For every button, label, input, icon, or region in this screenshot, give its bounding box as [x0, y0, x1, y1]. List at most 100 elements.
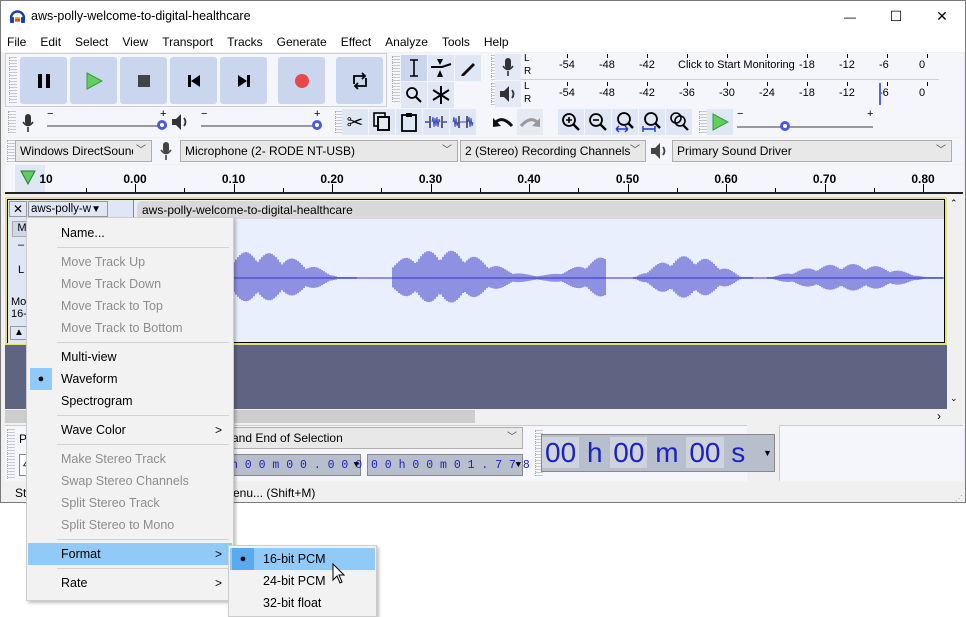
menu-item-wave-color[interactable]: Wave Color > — [28, 419, 232, 441]
triangle-up-icon: ▲ — [14, 327, 24, 338]
zoom-tool-button[interactable] — [401, 82, 427, 108]
hours-value: 00 — [542, 437, 580, 468]
format-submenu: 16-bit PCM ● 24-bit PCM 32-bit float — [228, 545, 377, 617]
menu-select[interactable]: Select — [68, 32, 115, 52]
playback-device-select[interactable]: Primary Sound Driver ﹀ — [672, 140, 952, 162]
format-option-32-bit-float[interactable]: 32-bit float — [230, 592, 375, 614]
track-menu-button[interactable]: aws-polly-w▼ — [28, 201, 108, 217]
selection-mode-select[interactable]: and End of Selection ﹀ — [227, 427, 523, 449]
multi-tool-button[interactable] — [428, 82, 454, 108]
play-head-icon[interactable] — [20, 169, 36, 185]
selection-grip[interactable] — [7, 429, 15, 479]
recording-device-select[interactable]: Microphone (2- RODE NT-USB) ﹀ — [180, 140, 458, 162]
menu-item-waveform[interactable]: Waveform ● — [28, 368, 232, 390]
audio-host-select[interactable]: Windows DirectSound ﹀ — [15, 140, 152, 162]
microphone-icon — [22, 114, 34, 132]
fit-project-button[interactable] — [639, 109, 665, 135]
scroll-up-icon[interactable]: ⌃ — [950, 198, 958, 209]
dropdown-arrow-icon[interactable]: ▼ — [516, 455, 521, 475]
record-volume-thumb[interactable] — [157, 120, 167, 130]
menu-item-label: Move Track Down — [61, 277, 162, 291]
record-volume-max-label: + — [160, 108, 167, 120]
pause-button[interactable] — [20, 57, 67, 104]
waveform[interactable] — [136, 220, 944, 341]
menu-tools[interactable]: Tools — [435, 32, 477, 52]
menu-generate[interactable]: Generate — [270, 32, 334, 52]
play-at-speed-grip[interactable] — [699, 111, 707, 133]
undo-button[interactable] — [490, 109, 516, 135]
timeline-ruler[interactable]: 10 0.00 0.10 0.20 0.30 0.40 0.50 0.60 0.70 0.80 — [5, 165, 963, 194]
trim-audio-button[interactable] — [423, 109, 449, 135]
menu-item-rate[interactable]: Rate > — [28, 572, 232, 594]
menu-edit[interactable]: Edit — [33, 32, 68, 52]
menu-item-format[interactable]: Format > — [28, 543, 232, 565]
vertical-scrollbar[interactable]: ⌃ ⌄ — [947, 197, 963, 409]
play-speed-slider[interactable] — [737, 126, 873, 128]
mixer-grip[interactable] — [8, 111, 16, 133]
record-button[interactable] — [278, 57, 325, 104]
menu-transport[interactable]: Transport — [155, 32, 220, 52]
recording-channels-select[interactable]: 2 (Stereo) Recording Channels ﹀ — [460, 140, 646, 162]
draw-tool-button[interactable] — [455, 55, 481, 81]
menu-item-spectrogram[interactable]: Spectrogram — [28, 390, 232, 412]
silence-audio-button[interactable] — [450, 109, 476, 135]
tools-grip[interactable] — [392, 56, 400, 102]
transport-grip[interactable] — [9, 57, 17, 103]
record-meter-button[interactable] — [495, 54, 521, 80]
menu-tracks[interactable]: Tracks — [220, 32, 270, 52]
meter-tick — [887, 54, 888, 58]
stop-button[interactable] — [120, 57, 167, 104]
start-monitoring-prompt[interactable]: Click to Start Monitoring — [674, 59, 799, 71]
meter-tick — [767, 54, 768, 58]
play-volume-slider[interactable] — [201, 125, 321, 127]
play-volume-max-label: + — [314, 108, 321, 120]
cut-button[interactable]: ✂ — [342, 109, 368, 135]
selection-tool-button[interactable] — [401, 55, 427, 81]
menu-file[interactable]: File — [1, 32, 33, 52]
play-speed-thumb[interactable] — [779, 121, 790, 131]
paste-button[interactable] — [396, 109, 422, 135]
dropdown-arrow-icon[interactable]: ▼ — [354, 455, 359, 475]
menu-analyze[interactable]: Analyze — [378, 32, 435, 52]
maximize-button[interactable]: ☐ — [873, 1, 919, 32]
skip-to-end-button[interactable] — [220, 57, 267, 104]
envelope-tool-button[interactable] — [428, 55, 454, 81]
menu-item-split-stereo-track: Split Stereo Track — [28, 492, 232, 514]
zoom-in-button[interactable] — [558, 109, 584, 135]
resize-grip-icon[interactable]: ⋰ — [955, 489, 963, 509]
dropdown-arrow-icon[interactable]: ▼ — [763, 448, 772, 458]
format-option-24-bit-pcm[interactable]: 24-bit PCM — [230, 570, 375, 592]
playback-meter-button[interactable] — [495, 81, 521, 107]
menu-item-name[interactable]: Name... — [28, 222, 232, 244]
skip-to-start-button[interactable] — [170, 57, 217, 104]
clip-title-bar[interactable]: aws-polly-welcome-to-digital-healthcare — [137, 201, 944, 219]
close-track-button[interactable]: ✕ — [9, 201, 27, 217]
scroll-down-icon[interactable]: ⌄ — [950, 393, 958, 404]
redo-button[interactable] — [517, 109, 543, 135]
loop-button[interactable] — [336, 57, 383, 104]
format-option-16-bit-pcm[interactable]: 16-bit PCM ● — [230, 548, 375, 570]
selection-start-time[interactable]: h 0 0 m 0 0 . 0 0 0 s ▼ — [227, 454, 376, 476]
playback-meter[interactable]: -54 -48 -42 -36 -30 -24 -18 -12 -6 0 — [534, 82, 937, 106]
channel-left-label: L — [524, 53, 530, 64]
menu-help[interactable]: Help — [477, 32, 516, 52]
scroll-right-icon[interactable]: › — [937, 409, 941, 423]
audio-position-display[interactable]: 00 h 00 m 00 s — [541, 434, 775, 472]
device-grip[interactable] — [7, 140, 15, 162]
zoom-out-button[interactable] — [585, 109, 611, 135]
menu-view[interactable]: View — [115, 32, 155, 52]
record-meter[interactable]: -54 -48 -42 -18 -12 -6 0 Click to Start Monitor… — [534, 54, 937, 78]
zoom-toggle-button[interactable] — [666, 109, 692, 135]
minimize-button[interactable]: — — [827, 1, 873, 32]
menu-effect[interactable]: Effect — [334, 32, 378, 52]
close-button[interactable]: ✕ — [919, 1, 965, 32]
play-button[interactable] — [70, 57, 117, 104]
fit-selection-button[interactable] — [612, 109, 638, 135]
copy-button[interactable] — [369, 109, 395, 135]
selection-end-time[interactable]: 0 0 h 0 0 m 0 1 . 7 7 8 s ▼ — [367, 454, 544, 476]
trim-icon — [425, 116, 447, 128]
menu-item-multi-view[interactable]: Multi-view — [28, 346, 232, 368]
record-volume-slider[interactable] — [47, 125, 167, 127]
play-at-speed-button[interactable] — [707, 109, 733, 135]
play-volume-thumb[interactable] — [312, 120, 322, 130]
